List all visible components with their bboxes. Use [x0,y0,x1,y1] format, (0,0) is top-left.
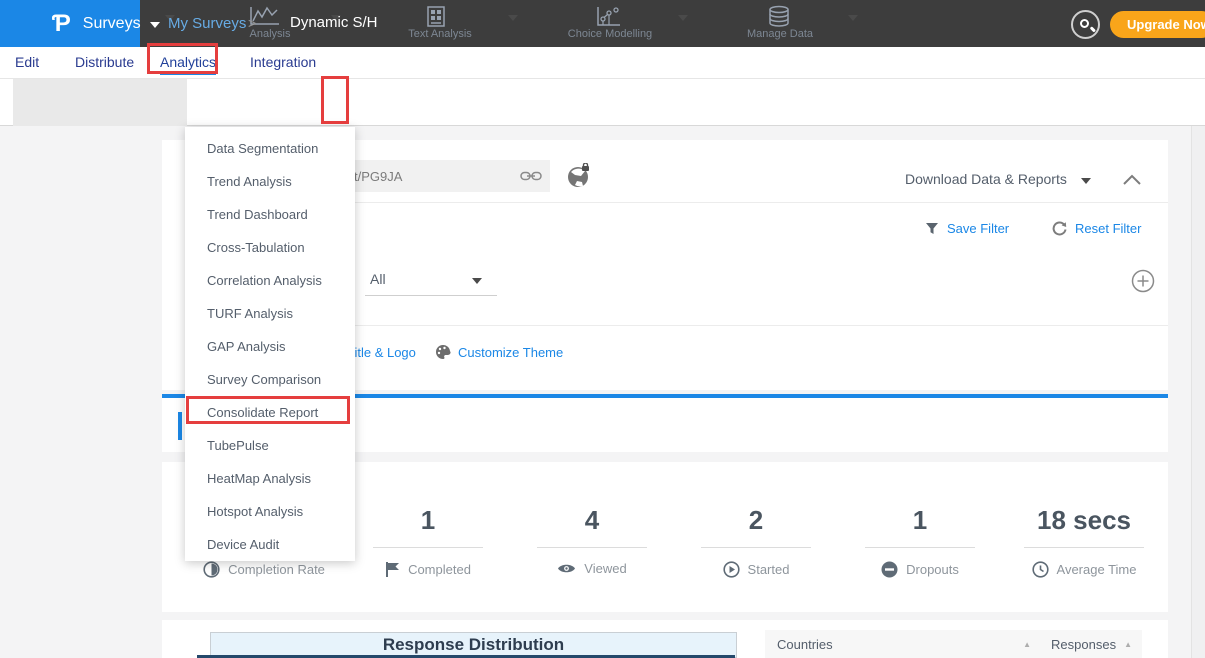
sort-countries-icon[interactable]: ▲ [1023,640,1031,649]
download-data-reports-dropdown[interactable]: Download Data & Reports [905,171,1091,187]
choice-modelling-icon [594,5,622,28]
stat-label: Completion Rate [228,562,325,577]
reset-filter-label: Reset Filter [1075,221,1141,236]
product-switcher[interactable]: Ƥ Surveys [0,0,140,47]
stat-divider [373,547,483,548]
toolbar-label: Manage Data [700,28,860,40]
questionpro-logo-icon: Ƥ [52,12,71,36]
stat-value-started: 2 [676,505,836,536]
average-time-clock-icon [1032,561,1049,578]
section-accent-bar [178,412,182,440]
tab-edit[interactable]: Edit [15,54,39,70]
search-icon [1080,19,1089,28]
breadcrumb-my-surveys[interactable]: My Surveys [168,15,246,32]
upgrade-now-button[interactable]: Upgrade Now [1110,11,1205,38]
download-data-reports-label: Download Data & Reports [905,171,1067,187]
completed-flag-icon [385,561,400,578]
stat-label: Completed [408,562,471,577]
reset-refresh-icon [1052,221,1067,236]
toolbar-item-manage-data[interactable]: Manage Data [700,0,860,47]
menu-item-correlation-analysis[interactable]: Correlation Analysis [185,264,355,297]
stat-divider [701,547,811,548]
toolbar-item-choice-modelling[interactable]: Choice Modelling [530,0,690,47]
completion-rate-icon [203,561,220,578]
download-caret-icon [1081,178,1091,184]
countries-column-header[interactable]: Countries [777,637,833,652]
menu-item-survey-comparison[interactable]: Survey Comparison [185,363,355,396]
started-play-icon [723,561,740,578]
analysis-dropdown-menu: Data Segmentation Trend Analysis Trend D… [185,127,355,561]
menu-item-turf-analysis[interactable]: TURF Analysis [185,297,355,330]
toolbar-label: Choice Modelling [530,28,690,40]
filter-all-caret-icon[interactable] [472,278,482,284]
search-button[interactable] [1071,10,1100,39]
sort-responses-icon[interactable]: ▲ [1124,640,1132,649]
choice-modelling-caret-icon[interactable] [678,15,688,21]
menu-item-data-segmentation[interactable]: Data Segmentation [185,132,355,165]
responses-column-header[interactable]: Responses [1051,637,1116,652]
stat-value-viewed: 4 [512,505,672,536]
menu-item-cross-tabulation[interactable]: Cross-Tabulation [185,231,355,264]
chevron-down-icon [150,22,160,28]
product-label: Surveys [83,15,141,33]
menu-item-tubepulse[interactable]: TubePulse [185,429,355,462]
stat-value-dropouts: 1 [840,505,1000,536]
text-analysis-caret-icon[interactable] [508,15,518,21]
manage-data-database-icon [766,5,792,28]
viewed-eye-icon [557,562,576,575]
filter-all-underline [365,295,497,296]
menu-item-consolidate-report[interactable]: Consolidate Report [185,396,355,429]
breadcrumb-separator: > [248,15,256,31]
web-link-globe-icon[interactable] [566,163,592,189]
manage-data-caret-icon[interactable] [848,15,858,21]
toolbar-dashboard-active-bg [13,79,187,126]
filter-funnel-icon [925,222,939,236]
tab-distribute[interactable]: Distribute [75,54,134,70]
add-filter-plus-icon[interactable] [1131,269,1155,293]
title-logo-link[interactable]: Title & Logo [347,345,416,360]
save-filter-label: Save Filter [947,221,1009,236]
toolbar-item-text-analysis[interactable]: Text Analysis [360,0,520,47]
questionpro-analytics-page: Ƥ Surveys My Surveys > Dynamic S/H Upgra… [0,0,1205,658]
toolbar-label: Text Analysis [360,28,520,40]
menu-item-gap-analysis[interactable]: GAP Analysis [185,330,355,363]
stat-label: Average Time [1057,562,1137,577]
countries-table-header: Countries ▲ Responses ▲ [765,630,1142,658]
stat-label: Started [748,562,790,577]
menu-item-hotspot-analysis[interactable]: Hotspot Analysis [185,495,355,528]
customize-theme-palette-icon [435,344,451,360]
menu-item-trend-analysis[interactable]: Trend Analysis [185,165,355,198]
stat-divider [537,547,647,548]
tab-analytics[interactable]: Analytics [160,54,216,75]
survey-nav-tabs: Edit Distribute Analytics Integration [0,47,1205,79]
breadcrumb-survey-name: Dynamic S/H [290,14,378,31]
copy-link-icon[interactable] [520,169,542,183]
search-icon-handle [1090,26,1096,32]
reset-filter-button[interactable]: Reset Filter [1052,221,1141,236]
filter-all-select[interactable]: All [370,271,386,287]
stat-divider [865,547,975,548]
customize-theme-link[interactable]: Customize Theme [458,345,563,360]
tab-integration[interactable]: Integration [250,54,316,70]
stat-label: Viewed [584,561,626,576]
vertical-scrollbar[interactable] [1191,126,1205,658]
text-analysis-icon [424,5,448,28]
menu-item-trend-dashboard[interactable]: Trend Dashboard [185,198,355,231]
stat-average-time: Average Time [984,561,1184,578]
stat-divider [1024,547,1144,548]
dropouts-minus-icon [881,561,898,578]
response-distribution-title: Response Distribution [383,635,564,655]
menu-item-device-audit[interactable]: Device Audit [185,528,355,561]
menu-item-heatmap-analysis[interactable]: HeatMap Analysis [185,462,355,495]
stat-value-completed: 1 [348,505,508,536]
stat-label: Dropouts [906,562,959,577]
collapse-panel-chevron-up-icon[interactable] [1122,174,1142,186]
stat-value-average-time: 18 secs [1004,505,1164,536]
save-filter-button[interactable]: Save Filter [925,221,1009,236]
